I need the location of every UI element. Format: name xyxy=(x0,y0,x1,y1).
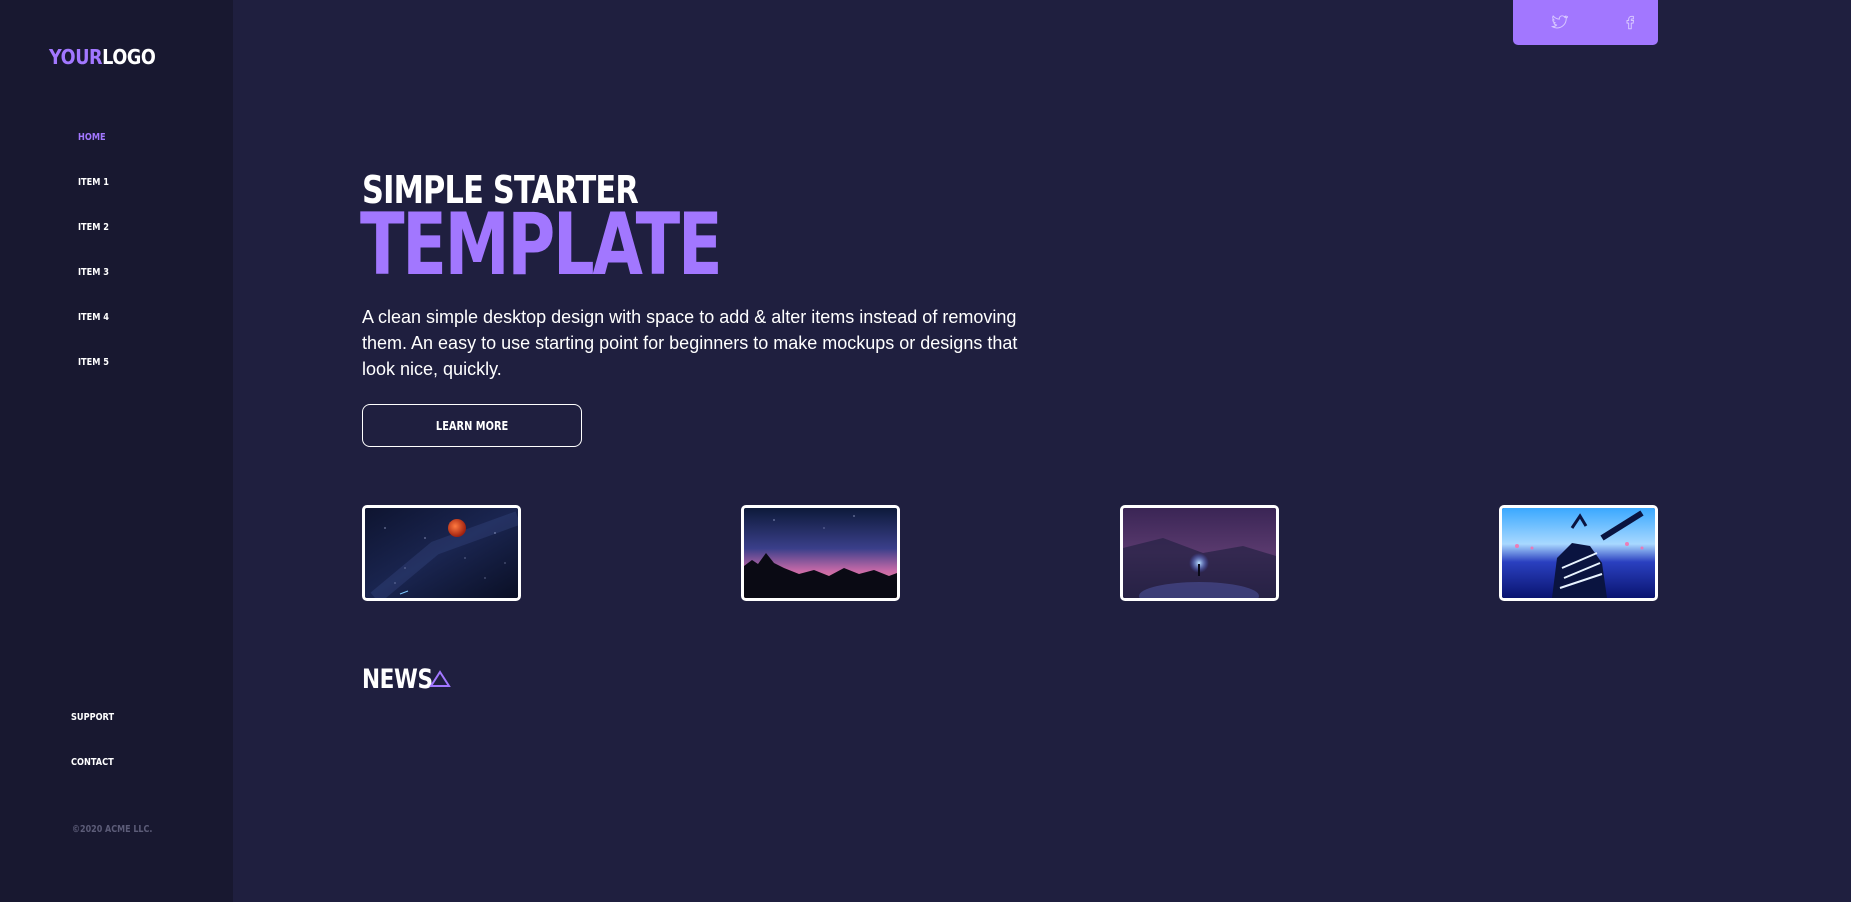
logo[interactable]: YOURLOGO xyxy=(49,45,156,69)
gallery-thumb-red-moon[interactable] xyxy=(362,505,521,601)
hero-description: A clean simple desktop design with space… xyxy=(362,307,1018,379)
nav-item-2[interactable]: ITEM 2 xyxy=(78,222,109,233)
news-heading: NEWS xyxy=(362,664,433,695)
gallery-thumb-purple-sunset[interactable] xyxy=(741,505,900,601)
sidebar: YOURLOGO HOME ITEM 1 ITEM 2 ITEM 3 ITEM … xyxy=(0,0,233,902)
gallery-thumb-light-painting[interactable] xyxy=(1120,505,1279,601)
facebook-icon[interactable] xyxy=(1621,13,1639,31)
nav-item-4[interactable]: ITEM 4 xyxy=(78,312,109,323)
learn-more-label: LEARN MORE xyxy=(435,418,509,433)
logo-part-logo: LOGO xyxy=(102,45,156,69)
app-root: YOURLOGO HOME ITEM 1 ITEM 2 ITEM 3 ITEM … xyxy=(0,0,1851,902)
logo-part-your: YOUR xyxy=(49,45,103,69)
nav-item-1[interactable]: ITEM 1 xyxy=(78,177,109,188)
social-tab xyxy=(1513,0,1658,45)
twitter-icon[interactable] xyxy=(1550,13,1568,31)
nav-contact[interactable]: CONTACT xyxy=(71,757,114,768)
copyright: ©2020 ACME LLC. xyxy=(72,824,153,835)
nav-item-5[interactable]: ITEM 5 xyxy=(78,357,109,368)
nav-item-home[interactable]: HOME xyxy=(78,132,106,143)
nav-support[interactable]: SUPPORT xyxy=(71,712,114,723)
triangle-icon xyxy=(429,670,451,688)
hero-title-line2: TEMPLATE xyxy=(360,195,723,295)
learn-more-button[interactable]: LEARN MORE xyxy=(362,404,582,447)
gallery-thumb-neon-figure[interactable] xyxy=(1499,505,1658,601)
nav-item-3[interactable]: ITEM 3 xyxy=(78,267,109,278)
